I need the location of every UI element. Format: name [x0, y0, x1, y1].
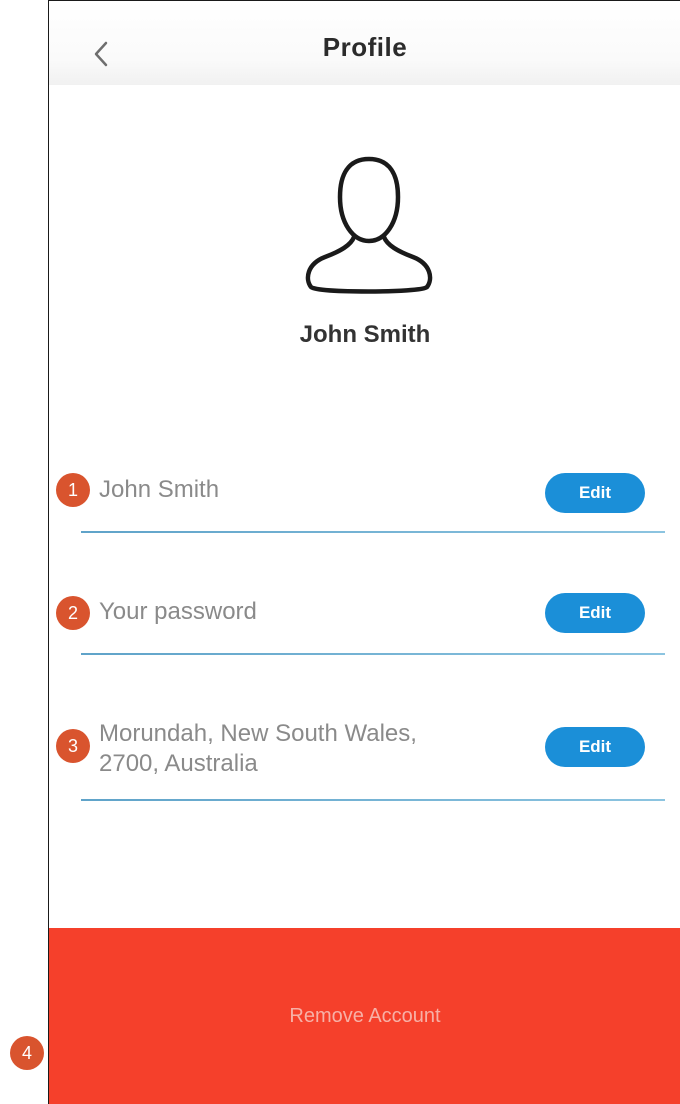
user-icon [305, 156, 433, 294]
profile-name: John Smith [299, 321, 431, 348]
name-field-underline [81, 531, 665, 533]
edit-password-button[interactable]: Edit [545, 593, 645, 633]
edit-name-button[interactable]: Edit [545, 473, 645, 513]
page-title: Profile [322, 32, 408, 62]
address-field[interactable]: Morundah, New South Wales, 2700, Austral… [99, 719, 417, 779]
edit-address-button[interactable]: Edit [545, 727, 645, 767]
marker-3: 3 [56, 729, 90, 763]
address-line-2: 2700, Australia [99, 750, 258, 777]
marker-4: 4 [10, 1036, 44, 1070]
marker-1: 1 [56, 473, 90, 507]
avatar [301, 153, 437, 299]
address-line-1: Morundah, New South Wales, [99, 720, 417, 747]
marker-2: 2 [56, 596, 90, 630]
address-field-underline [81, 799, 665, 801]
remove-account-button[interactable]: Remove Account [49, 928, 680, 1104]
password-field[interactable]: Your password [99, 597, 257, 627]
profile-screen: Profile John Smith John Smith Edit Your … [48, 0, 680, 1104]
name-field[interactable]: John Smith [99, 475, 219, 505]
remove-account-label: Remove Account [289, 1005, 441, 1027]
header-bar: Profile [49, 1, 680, 85]
password-field-underline [81, 653, 665, 655]
